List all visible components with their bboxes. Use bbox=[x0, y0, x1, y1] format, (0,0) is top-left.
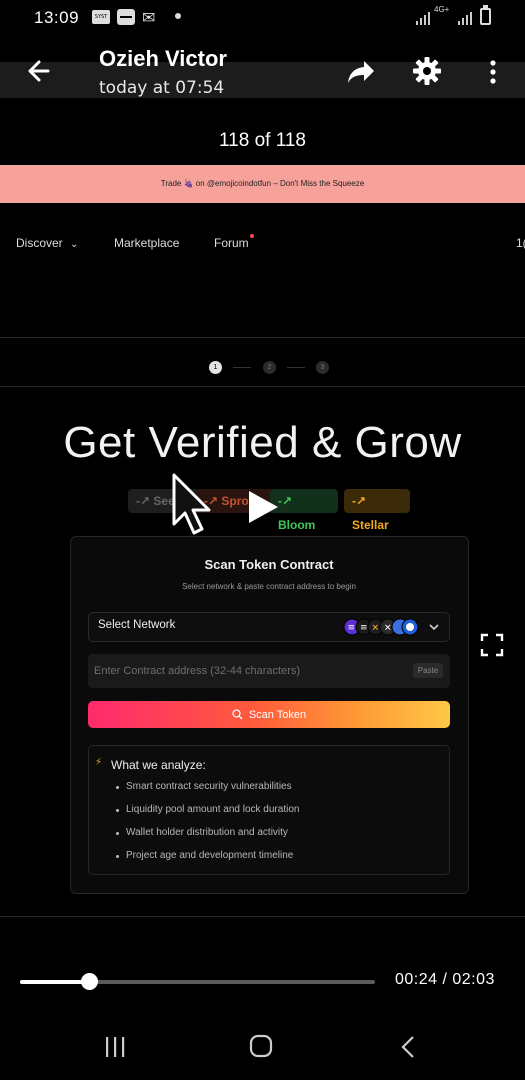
paste-button[interactable]: Paste bbox=[413, 663, 443, 678]
home-button[interactable] bbox=[249, 1034, 273, 1058]
signal-icon-2 bbox=[458, 10, 472, 25]
list-item: Smart contract security vulnerabilities bbox=[116, 781, 299, 804]
list-item: Wallet holder distribution and activity bbox=[116, 827, 299, 850]
storage-icon bbox=[117, 9, 135, 25]
seed-icon: -↗ bbox=[136, 494, 154, 508]
status-bar: 13:09 SYST ✉ 4G+ bbox=[0, 0, 525, 36]
notification-badge-icon: SYST bbox=[92, 10, 110, 24]
tier-label: Bloom bbox=[278, 518, 316, 532]
back-nav-button[interactable] bbox=[399, 1035, 417, 1059]
chat-icon: ✉ bbox=[142, 10, 156, 27]
home-icon bbox=[249, 1034, 273, 1058]
nav-discover[interactable]: Discover ⌄ bbox=[16, 236, 78, 250]
card-title: Scan Token Contract bbox=[204, 557, 334, 572]
seek-bar-progress bbox=[20, 980, 90, 984]
contract-address-input[interactable] bbox=[88, 654, 450, 688]
battery-icon bbox=[480, 5, 491, 25]
back-chevron-icon bbox=[401, 1036, 414, 1058]
playback-time: 00:24 / 02:03 bbox=[395, 971, 495, 988]
step-connector bbox=[287, 367, 305, 368]
message-timestamp: today at 07:54 bbox=[99, 78, 225, 98]
step-2: 2 bbox=[263, 361, 276, 374]
nav-forum[interactable]: Forum bbox=[214, 234, 254, 250]
tier-label: Stellar bbox=[352, 518, 389, 532]
seek-bar-thumb[interactable] bbox=[81, 973, 99, 990]
nav-forum-label: Forum bbox=[214, 236, 249, 250]
media-counter: 118 of 118 bbox=[219, 130, 306, 151]
list-item: Liquidity pool amount and lock duration bbox=[116, 804, 299, 827]
tier-badge-stellar[interactable]: -↗ Stellar bbox=[344, 489, 410, 532]
settings-button[interactable] bbox=[412, 56, 442, 86]
recent-apps-button[interactable] bbox=[103, 1036, 127, 1058]
analyze-list: Smart contract security vulnerabilities … bbox=[116, 781, 299, 873]
scan-token-label: Scan Token bbox=[248, 708, 307, 721]
promo-banner[interactable]: Trade 🍇 on @emojicoindotfun – Don't Miss… bbox=[0, 165, 525, 203]
signal-icon bbox=[416, 10, 430, 25]
site-nav: Discover ⌄ Marketplace Forum 1( bbox=[0, 232, 525, 252]
network-select-label: Select Network bbox=[98, 619, 176, 631]
notification-dot-icon bbox=[249, 234, 254, 238]
more-vertical-icon bbox=[490, 60, 496, 84]
nav-discover-label: Discover bbox=[16, 236, 63, 250]
analyze-title: What we analyze: bbox=[111, 758, 206, 772]
chevron-down-icon: ⌄ bbox=[70, 239, 79, 250]
play-button[interactable] bbox=[245, 488, 281, 526]
svg-text:≡: ≡ bbox=[360, 623, 368, 633]
chevron-down-icon bbox=[428, 620, 440, 632]
share-button[interactable] bbox=[346, 58, 376, 86]
step-indicator: 1 2 3 bbox=[0, 358, 525, 378]
divider bbox=[0, 916, 525, 917]
card-subtitle: Select network & paste contract address … bbox=[182, 582, 356, 591]
chain-logos-icon: ≡ ≡ ✕ ✕ bbox=[343, 618, 419, 636]
back-arrow-icon bbox=[28, 60, 50, 82]
scan-token-button[interactable]: Scan Token bbox=[88, 701, 450, 728]
status-time: 13:09 bbox=[34, 8, 80, 27]
header-bar bbox=[0, 62, 525, 98]
search-icon bbox=[232, 709, 243, 720]
stellar-icon: -↗ bbox=[352, 494, 367, 508]
share-icon bbox=[348, 61, 374, 83]
hero-title: Get Verified & Grow bbox=[63, 418, 462, 467]
fullscreen-button[interactable] bbox=[480, 633, 504, 657]
dot-icon bbox=[175, 13, 181, 19]
recent-apps-icon bbox=[106, 1037, 125, 1057]
svg-text:✕: ✕ bbox=[384, 624, 392, 634]
divider bbox=[0, 337, 525, 338]
list-item: Project age and development timeline bbox=[116, 850, 299, 873]
svg-text:≡: ≡ bbox=[348, 623, 356, 633]
mouse-cursor-icon bbox=[170, 472, 212, 536]
step-1: 1 bbox=[209, 361, 222, 374]
fullscreen-icon bbox=[480, 633, 504, 657]
nav-marketplace[interactable]: Marketplace bbox=[114, 236, 179, 250]
play-icon bbox=[249, 491, 278, 523]
nav-cut-off-item[interactable]: 1( bbox=[516, 236, 525, 250]
contact-name: Ozieh Victor bbox=[99, 46, 227, 71]
step-connector bbox=[233, 367, 251, 368]
step-3: 3 bbox=[316, 361, 329, 374]
divider bbox=[0, 386, 525, 387]
more-options-button[interactable] bbox=[482, 58, 504, 86]
lightning-icon: ⚡ bbox=[95, 757, 103, 768]
back-button[interactable] bbox=[22, 54, 56, 88]
settings-gear-icon bbox=[413, 57, 441, 85]
svg-text:✕: ✕ bbox=[372, 624, 380, 634]
network-type: 4G+ bbox=[434, 5, 450, 14]
